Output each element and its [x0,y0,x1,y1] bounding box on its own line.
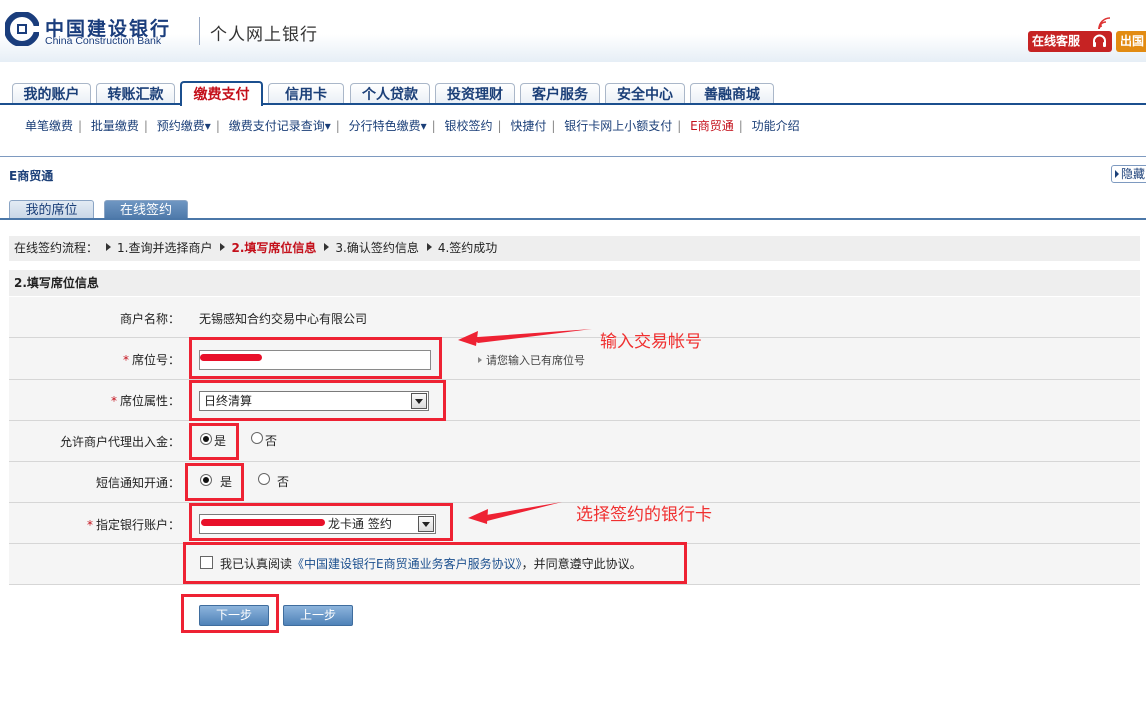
play-arrow-icon [1115,170,1119,178]
highlight-seat-attr [189,380,446,421]
ccb-logo-icon [5,12,39,46]
flow-step-3: 3.确认签约信息 [335,241,419,255]
row-merchant: 商户名称： 无锡感知合约交易中心有限公司 [9,297,1140,338]
required-mark: * [86,518,93,532]
tab-transfer[interactable]: 转账汇款 [96,83,175,105]
hide-button[interactable]: 隐藏 [1111,165,1146,183]
flow-step-1: 1.查询并选择商户 [117,241,213,255]
row-account: * 指定银行账户： [9,503,1140,544]
signing-flow-bar: 在线签约流程： 1.查询并选择商户 2.填写席位信息 3.确认签约信息 4.签约成功 [9,236,1140,261]
header: 中国建设银行 China Construction Bank 个人网上银行 在线… [0,0,1146,62]
flow-label: 在线签约流程： [14,241,99,255]
subnav-divider: | [677,119,682,133]
tab-payment[interactable]: 缴费支付 [180,81,263,106]
subnav-quick-pay[interactable]: 快捷付 [510,117,546,134]
flow-step-4: 4.签约成功 [437,241,498,255]
highlight-seat-input [189,337,442,379]
step-arrow-icon [106,243,112,251]
subnav-divider: | [335,119,340,133]
subnav-divider: | [497,119,502,133]
hint-arrow-icon [478,357,482,363]
merchant-label: 商户名称： [119,312,180,326]
sms-no-radio[interactable] [258,473,270,485]
section-title: E商贸通 [9,169,54,183]
annotation-input-account: 输入交易帐号 [600,332,702,352]
agent-funds-no-radio[interactable] [251,432,263,444]
main-nav-tabs: 我的账户 转账汇款 缴费支付 信用卡 个人贷款 投资理财 客户服务 安全中心 善… [0,81,1146,106]
sms-no-label: 否 [277,475,290,489]
site-name: 个人网上银行 [210,25,318,45]
subnav-micro-payment[interactable]: 银行卡网上小额支付 [564,117,672,134]
row-sms: 短信通知开通： [9,462,1140,503]
hide-button-label: 隐藏 [1121,167,1146,181]
step-arrow-icon [426,243,432,251]
merchant-value: 无锡感知合约交易中心有限公司 [199,312,368,326]
highlight-agreement [183,542,687,584]
tab-my-seat[interactable]: 我的席位 [9,200,94,220]
seat-no-label-text: 席位号： [131,353,180,367]
highlight-sms-yes [185,463,244,501]
sub-nav: 单笔缴费 | 批量缴费 | 预约缴费▾ | 缴费支付记录查询▾ | 分行特色缴费▾ | 银… [25,117,800,134]
prev-step-button[interactable]: 上一步 [283,605,353,626]
subnav-divider: | [143,119,148,133]
sub-tabs: 我的席位 在线签约 [0,198,1146,220]
seat-no-hint-text: 请您输入已有席位号 [486,354,585,367]
highlight-next-button [181,594,279,633]
tab-credit-card[interactable]: 信用卡 [268,83,344,105]
subnav-scheduled-payment[interactable]: 预约缴费▾ [157,117,211,134]
seat-no-label: * 席位号： [123,351,180,368]
required-mark: * [122,353,129,367]
row-agent-funds: 允许商户代理出入金： [9,421,1140,462]
required-mark: * [110,394,117,408]
subnav-payment-records[interactable]: 缴费支付记录查询▾ [229,117,331,134]
divider-line [0,156,1146,157]
step-arrow-icon [324,243,330,251]
subnav-divider: | [78,119,83,133]
agent-funds-label: 允许商户代理出入金： [59,435,180,449]
seat-no-hint: 请您输入已有席位号 [478,352,585,368]
seat-attr-label-text: 席位属性： [119,394,180,408]
subnav-divider: | [738,119,743,133]
sms-label: 短信通知开通： [95,476,180,490]
seat-attr-label: * 席位属性： [111,392,180,409]
row-seat-attr: * 席位属性： [9,380,1140,421]
subnav-branch-payment[interactable]: 分行特色缴费▾ [349,117,427,134]
tab-online-signing[interactable]: 在线签约 [104,200,188,220]
flow-step-2: 2.填写席位信息 [231,241,317,255]
subnav-single-payment[interactable]: 单笔缴费 [25,117,73,134]
annotation-choose-card: 选择签约的银行卡 [576,505,712,525]
agent-funds-no-label: 否 [265,434,278,448]
headset-icon [1093,34,1106,47]
highlight-bank-account [189,503,453,541]
signal-icon [1098,17,1111,30]
account-label-text: 指定银行账户： [95,518,180,532]
subnav-school-signing[interactable]: 银校签约 [445,117,493,134]
subnav-batch-payment[interactable]: 批量缴费 [91,117,139,134]
tab-personal-loan[interactable]: 个人贷款 [350,83,430,105]
subnav-e-trade[interactable]: E商贸通 [690,117,734,134]
tab-customer-service[interactable]: 客户服务 [520,83,600,105]
logo-divider [199,17,200,45]
tab-security[interactable]: 安全中心 [605,83,685,105]
form-heading: 2.填写席位信息 [9,270,1140,296]
bank-name-en: China Construction Bank [45,35,162,47]
tab-mall[interactable]: 善融商城 [690,83,774,105]
online-service-button[interactable]: 在线客服 [1028,31,1112,52]
online-service-label: 在线客服 [1032,34,1081,48]
highlight-agent-yes [189,423,239,460]
account-label: * 指定银行账户： [87,516,180,533]
exit-button[interactable]: 出国 [1116,31,1146,52]
tab-my-account[interactable]: 我的账户 [12,83,91,105]
step-arrow-icon [220,243,226,251]
subnav-divider: | [551,119,556,133]
tab-investment[interactable]: 投资理财 [435,83,515,105]
subnav-divider: | [215,119,220,133]
subnav-intro[interactable]: 功能介绍 [752,117,800,134]
subnav-divider: | [431,119,436,133]
